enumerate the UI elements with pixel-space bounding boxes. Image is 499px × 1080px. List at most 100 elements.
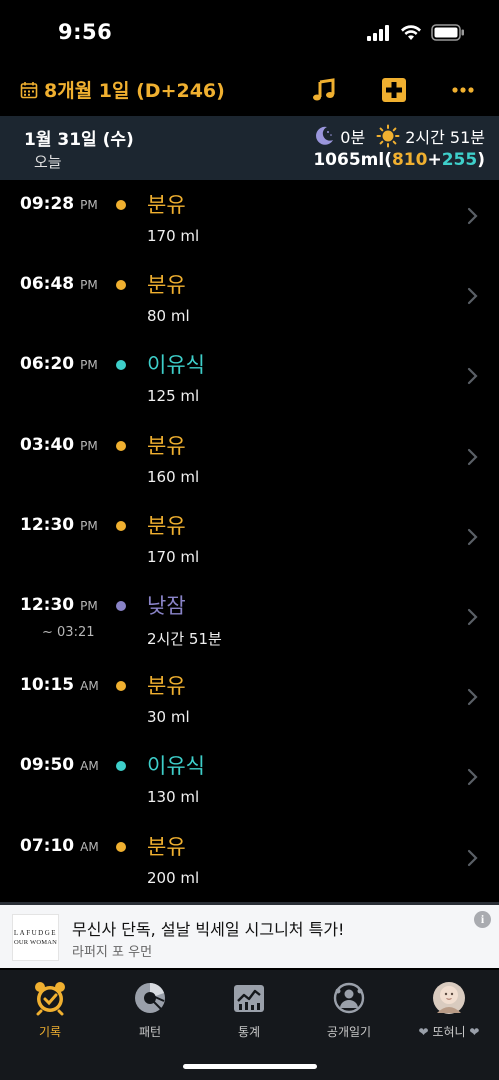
record-row[interactable]: 06:20 PM 이유식 125 ml <box>0 341 499 421</box>
ad-subtitle: 라퍼지 포 우먼 <box>72 945 153 960</box>
record-type-dot <box>116 440 126 451</box>
record-type-dot <box>116 280 126 291</box>
record-row[interactable]: 09:50 AM 이유식 130 ml <box>0 742 499 822</box>
record-time: 12:30 PM <box>20 595 98 615</box>
public-diary-icon <box>333 982 365 1014</box>
plus-square-icon <box>382 78 406 102</box>
record-ampm: PM <box>80 598 98 613</box>
wifi-icon <box>401 24 421 40</box>
ad-title: 무신사 단독, 설날 빅세일 시그니처 특가! <box>72 920 345 939</box>
tab-public-diary[interactable]: 공개일기 <box>299 980 399 1040</box>
record-type: 분유 <box>147 834 186 859</box>
status-time: 9:56 <box>58 20 113 44</box>
record-row[interactable]: 09:28 PM 분유 170 ml <box>0 181 499 261</box>
record-type: 이유식 <box>147 353 205 378</box>
record-type-dot <box>116 360 126 371</box>
chevron-right-icon <box>467 288 478 305</box>
date-selector[interactable]: 8개월 1일 (D+246) <box>20 76 225 103</box>
record-row[interactable]: 12:30 PM 분유 170 ml <box>0 502 499 582</box>
tab-public-diary-label: 공개일기 <box>326 1025 372 1039</box>
alarm-clock-icon <box>35 982 65 1016</box>
record-time: 12:30 PM <box>20 515 98 535</box>
record-ampm: PM <box>80 358 98 373</box>
record-type-dot <box>116 200 126 210</box>
total-intake: 1065ml(810+255) <box>313 150 485 170</box>
pattern-chart-icon <box>135 983 165 1013</box>
record-ampm: AM <box>80 839 99 854</box>
chevron-right-icon <box>467 448 478 465</box>
baby-profile-avatar <box>433 982 465 1014</box>
tab-pattern-label: 패턴 <box>138 1025 162 1039</box>
record-type: 낮잠 <box>147 593 186 618</box>
record-time-value: 07:10 <box>20 835 75 856</box>
night-sleep-value: 0분 <box>340 128 366 147</box>
chevron-right-icon <box>467 849 478 866</box>
record-ampm: AM <box>80 759 99 774</box>
record-ampm: PM <box>80 278 98 293</box>
daily-summary: 1월 31일 (수) 오늘 0분 2시간 51분 1065ml(810+255) <box>0 116 499 180</box>
record-time: 09:50 AM <box>20 755 99 775</box>
tab-record[interactable]: 기록 <box>0 980 100 1040</box>
music-button[interactable] <box>309 76 339 104</box>
sun-icon <box>376 124 400 148</box>
record-value: 80 ml <box>147 307 190 326</box>
day-sleep-value: 2시간 51분 <box>405 128 485 147</box>
record-time-value: 06:48 <box>20 274 75 295</box>
date-title: 8개월 1일 (D+246) <box>44 80 225 102</box>
chevron-right-icon <box>467 528 478 545</box>
chevron-right-icon <box>467 689 478 706</box>
record-time-value: 03:40 <box>20 434 75 455</box>
record-time: 09:28 PM <box>20 194 98 214</box>
summary-date: 1월 31일 (수) <box>24 130 134 150</box>
heart-icon: ❤ <box>418 1025 429 1039</box>
ad-info-icon[interactable]: i <box>474 911 491 928</box>
status-bar: 9:56 <box>0 0 499 64</box>
record-time-value: 10:15 <box>20 675 75 696</box>
home-indicator <box>183 1064 317 1069</box>
tab-statistics[interactable]: 통계 <box>199 980 299 1040</box>
music-note-icon <box>313 78 335 101</box>
record-list: 09:28 PM 분유 170 ml 06:48 PM 분유 80 ml 06:20 PM 이유식 1… <box>0 181 499 903</box>
cellular-signal-icon <box>367 24 389 41</box>
ad-logo-line2: OUR WOMAN <box>13 939 58 946</box>
record-time-value: 09:28 <box>20 194 75 214</box>
record-type-dot <box>116 681 126 692</box>
record-value: 30 ml <box>147 708 190 727</box>
record-ampm: PM <box>80 198 98 212</box>
record-row[interactable]: 07:10 AM 분유 200 ml <box>0 823 499 903</box>
record-type: 분유 <box>147 433 186 458</box>
add-record-button[interactable] <box>379 76 409 104</box>
sleep-summary: 0분 2시간 51분 <box>313 124 485 148</box>
record-time-value: 12:30 <box>20 514 75 535</box>
record-row[interactable]: 10:15 AM 분유 30 ml <box>0 662 499 742</box>
formula-total: 810 <box>391 150 428 170</box>
tab-baby-profile-label: ❤ 또혀니 ❤ <box>419 1023 480 1040</box>
statistics-icon <box>234 985 264 1012</box>
record-time-value: 09:50 <box>20 755 75 776</box>
chevron-right-icon <box>467 608 478 626</box>
record-row[interactable]: 03:40 PM 분유 160 ml <box>0 422 499 502</box>
plus-sign: + <box>427 150 442 170</box>
status-icons <box>367 24 465 41</box>
tab-record-label: 기록 <box>38 1025 62 1039</box>
record-row[interactable]: 06:48 PM 분유 80 ml <box>0 261 499 341</box>
record-row[interactable]: 12:30 PM ~ 03:21 낮잠 2시간 51분 <box>0 582 499 662</box>
record-ampm: PM <box>80 438 98 453</box>
calendar-icon <box>20 81 38 98</box>
record-type: 분유 <box>147 674 186 699</box>
record-type-dot <box>116 520 126 531</box>
chevron-right-icon <box>467 207 478 225</box>
record-type: 분유 <box>147 193 186 217</box>
tab-pattern[interactable]: 패턴 <box>100 980 200 1040</box>
tab-baby-profile[interactable]: ❤ 또혀니 ❤ <box>399 980 499 1040</box>
record-time: 03:40 PM <box>20 435 98 455</box>
more-button[interactable] <box>448 76 478 104</box>
record-value: 125 ml <box>147 387 200 406</box>
ad-banner[interactable]: LAFUDGE OUR WOMAN 무신사 단독, 설날 빅세일 시그니처 특가… <box>0 902 499 968</box>
chevron-right-icon <box>467 769 478 786</box>
app-header: 8개월 1일 (D+246) <box>0 64 499 116</box>
record-value: 170 ml <box>147 227 200 245</box>
record-time: 07:10 AM <box>20 836 99 856</box>
baby-name: 또혀니 <box>432 1025 466 1039</box>
tab-statistics-label: 통계 <box>237 1025 261 1039</box>
